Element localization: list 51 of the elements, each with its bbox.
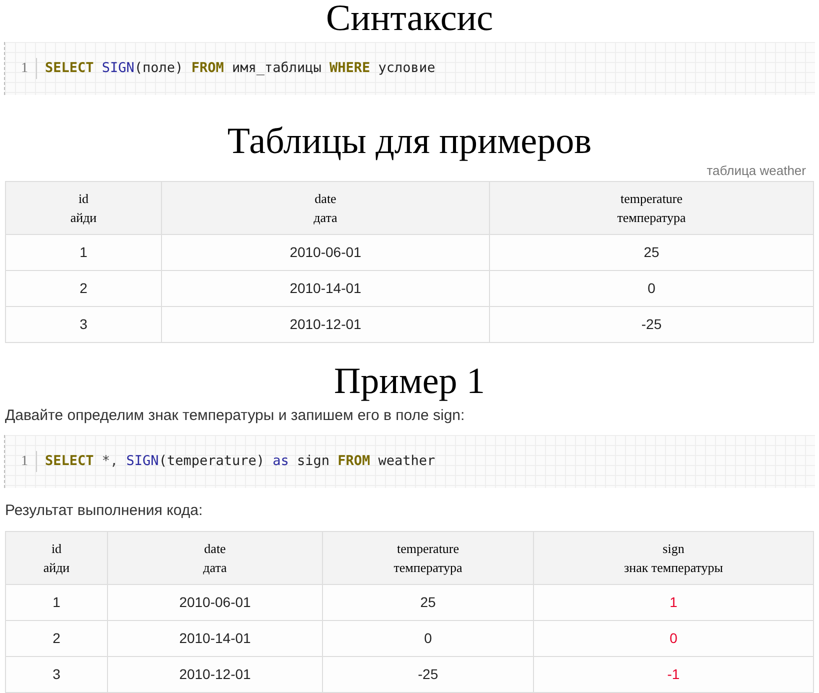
table-cell: 1 <box>6 234 162 270</box>
table-cell: 3 <box>6 656 108 692</box>
table-cell: 0 <box>490 270 814 306</box>
column-header: temperature температура <box>322 531 534 584</box>
table-cell: 0 <box>322 620 534 656</box>
section-heading: Таблицы для примеров <box>226 120 593 161</box>
table-cell: -25 <box>322 656 534 692</box>
code-token: SIGN <box>125 452 159 472</box>
code-token: WHERE <box>328 59 370 78</box>
column-header: sign знак температуры <box>534 531 814 584</box>
table-cell: 0 <box>534 620 814 656</box>
table-cell: 2010-12-01 <box>162 306 490 342</box>
table-caption: таблица weather <box>706 162 806 180</box>
code-token: SELECT <box>45 452 94 472</box>
table-cell: -1 <box>534 656 814 692</box>
table-cell: 25 <box>490 234 814 270</box>
code-token: sign <box>296 452 330 472</box>
table-cell: 1 <box>534 584 814 620</box>
table-cell: 25 <box>322 584 534 620</box>
column-header: date дата <box>108 531 322 584</box>
code-token: as <box>272 452 289 472</box>
code-token: SELECT <box>45 59 94 78</box>
column-header: id айди <box>6 181 162 234</box>
code-token: SIGN <box>100 59 134 78</box>
code-token: *, <box>100 452 118 472</box>
column-header: id айди <box>6 531 108 584</box>
table-cell: 2010-06-01 <box>162 234 490 270</box>
code-token: имя_таблицы <box>230 59 322 78</box>
paragraph: Результат выполнения кода: <box>4 501 204 521</box>
table-cell: 2010-12-01 <box>108 656 322 692</box>
table-cell: 2010-14-01 <box>162 270 490 306</box>
table-cell: 1 <box>6 584 108 620</box>
table-cell: 2010-14-01 <box>108 620 322 656</box>
section-heading: Синтаксис <box>324 0 494 41</box>
table-cell: -25 <box>490 306 814 342</box>
code-token: FROM <box>336 452 370 472</box>
line-number: 1 <box>13 451 37 472</box>
code-token: условие <box>377 59 436 78</box>
code-token: (temperature) <box>158 452 264 472</box>
line-number: 1 <box>13 58 37 79</box>
table-cell: 2 <box>6 620 108 656</box>
column-header: temperature температура <box>490 181 814 234</box>
table-cell: 2010-06-01 <box>108 584 322 620</box>
table-cell: 2 <box>6 270 162 306</box>
code-token: (поле) <box>134 59 184 78</box>
code-token: weather <box>377 452 436 472</box>
paragraph: Давайте определим знак температуры и запишем его в поле sign: <box>4 406 466 426</box>
section-heading: Пример 1 <box>332 360 486 404</box>
code-token: FROM <box>190 59 224 78</box>
table-cell: 3 <box>6 306 162 342</box>
column-header: date дата <box>162 181 490 234</box>
